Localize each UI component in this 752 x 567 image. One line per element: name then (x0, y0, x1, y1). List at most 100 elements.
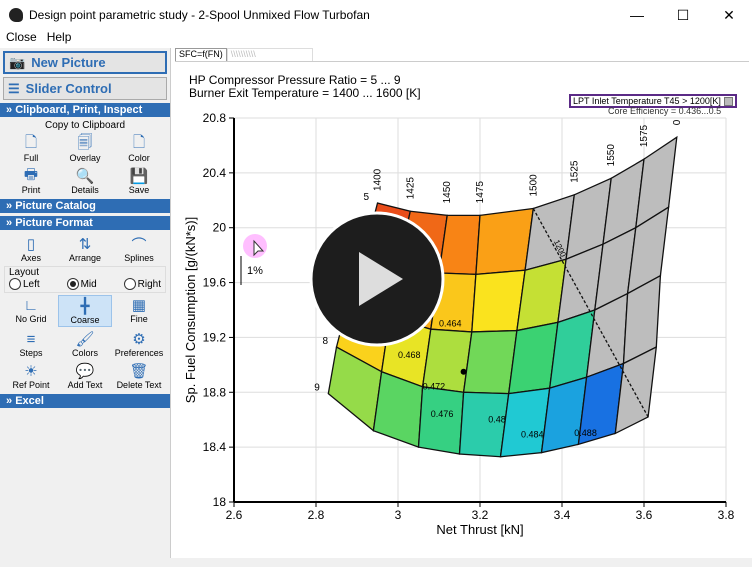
contour-label: 0.488 (574, 428, 597, 438)
x-tick-label: 3.8 (718, 508, 735, 522)
section-clipboard[interactable]: » Clipboard, Print, Inspect (0, 103, 170, 117)
tool-steps[interactable]: ≡ Steps (4, 329, 58, 359)
page-icon: 🗋 (24, 133, 38, 151)
tool-label: Arrange (68, 253, 102, 263)
x-tick-label: 3 (395, 508, 402, 522)
layout-mid-radio[interactable]: Mid (66, 278, 97, 290)
tool-label: Steps (19, 348, 43, 358)
tool-label: Ref Point (12, 380, 50, 390)
sliders-icon: ☰ (8, 80, 20, 96)
coarse-grid-icon: ╋ (80, 298, 90, 315)
tool-label: Preferences (114, 348, 164, 358)
tool-save[interactable]: 💾 Save (112, 166, 166, 196)
y-tick-label: 18.4 (203, 440, 227, 454)
tool-splines[interactable]: ⌒ Splines (112, 234, 166, 264)
slider-control-label: Slider Control (25, 81, 112, 96)
y-tick-label: 18.8 (203, 385, 227, 399)
tool-coarse[interactable]: ╋ Coarse (58, 295, 112, 327)
x-tick-label: 3.6 (636, 508, 653, 522)
tool-axes[interactable]: ▯ Axes (4, 234, 58, 264)
x-tick-label: 3.4 (554, 508, 571, 522)
carpet-chart: 2.6 2.8 3 3.2 3.4 3.6 3.8 18 18.4 18.8 19.2 19.6 20 2… (183, 111, 735, 537)
tool-label: Colors (71, 348, 98, 358)
carpet-cell (417, 386, 465, 455)
slider-control-button[interactable]: ☰ Slider Control (3, 77, 167, 100)
contour-label: 0.476 (431, 409, 454, 419)
status-bar (0, 558, 752, 567)
carpet-cell (471, 269, 526, 333)
format-tools: ▯ Axes ⇅ Arrange ⌒ Splines (0, 234, 170, 264)
y-tick-label: 18 (213, 495, 227, 509)
camera-icon: 📷 (9, 54, 26, 70)
tool-add-text[interactable]: 💬 Add Text (58, 361, 112, 391)
section-picture-catalog[interactable]: » Picture Catalog (0, 199, 170, 213)
menu-close[interactable]: Close (6, 30, 37, 48)
tool-colors[interactable]: 🖌 Colors (58, 329, 112, 359)
tool-color[interactable]: 🗋 Color (112, 134, 166, 164)
contour-label: 0.464 (439, 318, 462, 328)
tool-delete-text[interactable]: 🗑 Delete Text (112, 361, 166, 391)
splines-icon: ⌒ (131, 236, 147, 254)
layout-left-radio[interactable]: Left (9, 278, 40, 290)
tool-print[interactable]: 🖶 Print (4, 166, 58, 196)
section-excel-label: Excel (15, 395, 44, 407)
tool-fine[interactable]: ▦ Fine (112, 295, 166, 327)
window-title: Design point parametric study - 2-Spool … (29, 8, 370, 22)
y-axis-label: Sp. Fuel Consumption [g/(kN*s)] (183, 217, 198, 403)
steps-icon: ≡ (26, 330, 36, 348)
temperature-label: 1500 (528, 174, 539, 197)
tool-label: Delete Text (116, 380, 162, 390)
temperature-label: 1575 (639, 124, 650, 147)
ref-point-marker (460, 368, 467, 375)
tool-ref-point[interactable]: ☀ Ref Point (4, 361, 58, 391)
app-logo-icon (9, 8, 23, 22)
tool-overlay[interactable]: 🗐 Overlay (58, 134, 112, 164)
clipboard-tools: 🗋 Full 🗐 Overlay 🗋 Color 🖶 Print 🔍 Details 💾 Save (0, 134, 170, 196)
section-picture-format[interactable]: » Picture Format (0, 216, 170, 230)
new-picture-button[interactable]: 📷 New Picture (3, 51, 167, 74)
pressure-ratio-label: 5 (364, 192, 370, 203)
copy-to-clipboard-label: Copy to Clipboard (44, 120, 126, 131)
floppy-icon: 💾 (129, 168, 149, 185)
y-tick-label: 19.6 (203, 276, 227, 290)
tool-details[interactable]: 🔍 Details (58, 166, 112, 196)
radio-label: Mid (80, 278, 97, 290)
layout-right-radio[interactable]: Right (123, 278, 161, 290)
details-icon: 🔍 (75, 168, 95, 185)
fine-grid-icon: ▦ (131, 297, 147, 314)
section-excel[interactable]: » Excel (0, 394, 170, 408)
x-tick-label: 2.6 (226, 508, 243, 522)
tool-preferences[interactable]: ⚙ Preferences (112, 329, 166, 359)
tool-label: Full (23, 153, 39, 163)
section-clipboard-label: Clipboard, Print, Inspect (15, 104, 143, 116)
pressure-ratio-label: 8 (323, 336, 329, 347)
printer-icon: 🖶 (23, 165, 39, 183)
tool-full[interactable]: 🗋 Full (4, 134, 58, 164)
temperature-label: 1400 (373, 168, 384, 191)
tool-label: Save (128, 185, 150, 195)
close-window-button[interactable]: ✕ (706, 0, 752, 30)
section-format-label: Picture Format (15, 217, 93, 229)
radio-label: Right (137, 278, 161, 290)
maximize-button[interactable]: ☐ (660, 0, 706, 30)
tool-label: Axes (20, 253, 41, 263)
trash-icon: 🗑 (129, 363, 149, 380)
carpet-cell (475, 207, 535, 276)
contour-label: 0.468 (398, 350, 421, 360)
carpet-cell (462, 329, 518, 395)
temperature-label: 0 (672, 119, 683, 125)
layout-group: Layout Left Mid Right (4, 266, 166, 293)
tool-arrange[interactable]: ⇅ Arrange (58, 234, 112, 264)
temperature-label: 1425 (405, 177, 416, 200)
core-efficiency-label: Core Efficiency = 0.436...0.5 (608, 106, 722, 116)
minimize-button[interactable]: — (614, 0, 660, 30)
arrange-icon: ⇅ (78, 236, 92, 253)
y-tick-label: 20 (213, 221, 227, 235)
menu-bar: Close Help (0, 30, 752, 48)
comment-icon: 💬 (75, 363, 95, 380)
radio-label: Left (23, 278, 40, 290)
tool-no-grid[interactable]: ∟ No Grid (4, 295, 58, 327)
temperature-label: 1550 (606, 144, 617, 167)
legend-swatch (723, 96, 733, 106)
menu-help[interactable]: Help (47, 30, 72, 48)
